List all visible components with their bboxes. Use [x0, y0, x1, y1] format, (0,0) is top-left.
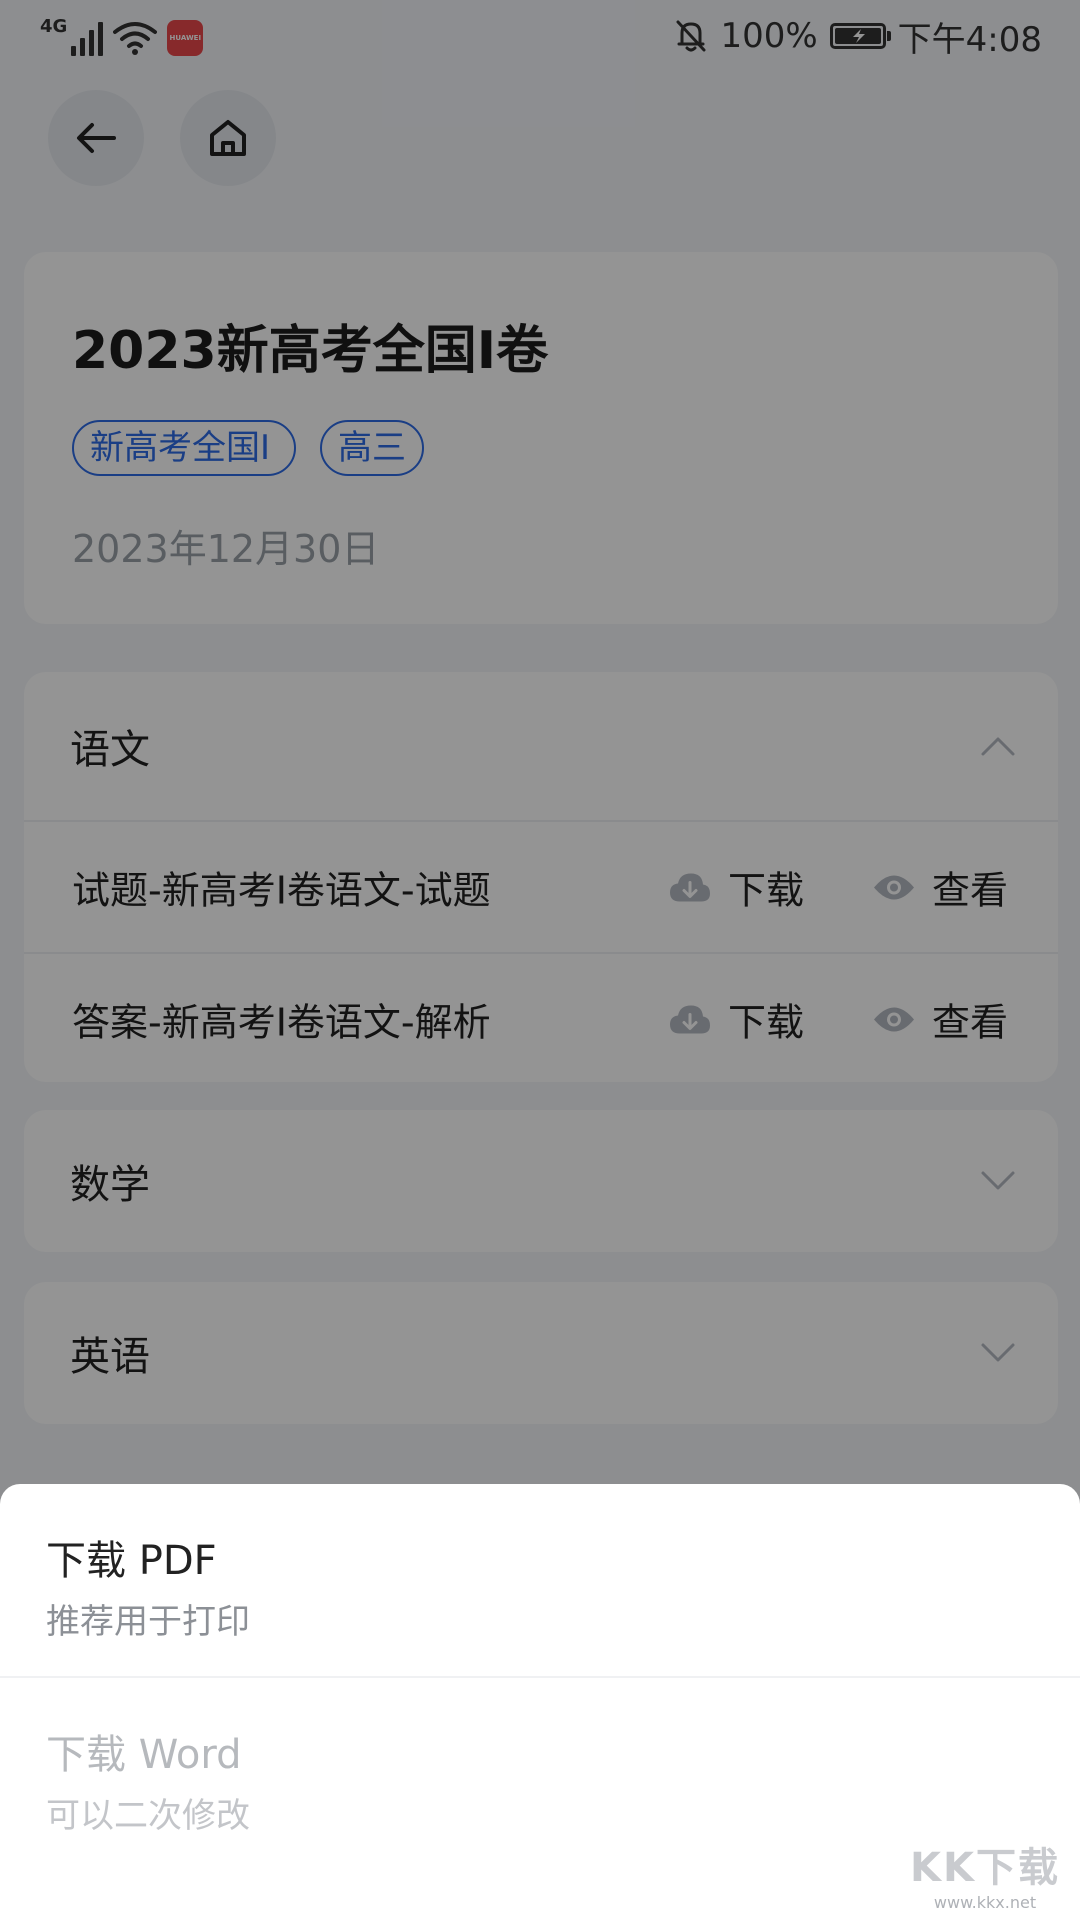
option-subtitle: 推荐用于打印: [46, 1602, 250, 1642]
option-subtitle: 可以二次修改: [46, 1796, 250, 1836]
option-title: 下载 PDF: [46, 1538, 217, 1584]
option-title: 下载 Word: [46, 1732, 242, 1778]
watermark: KK下载 www.kkx.net: [910, 1835, 1060, 1912]
watermark-url: www.kkx.net: [933, 1893, 1037, 1912]
screen: 4G HUAWEI 100% 下午4:08 2023新高考全国Ⅰ卷 新高考全国Ⅰ…: [0, 0, 1080, 1920]
download-options-sheet: 下载 PDF 推荐用于打印 下载 Word 可以二次修改 KK下载 www.kk…: [0, 1484, 1080, 1920]
watermark-logo: KK下载: [910, 1845, 1060, 1891]
download-pdf-option[interactable]: 下载 PDF 推荐用于打印: [0, 1484, 1080, 1676]
